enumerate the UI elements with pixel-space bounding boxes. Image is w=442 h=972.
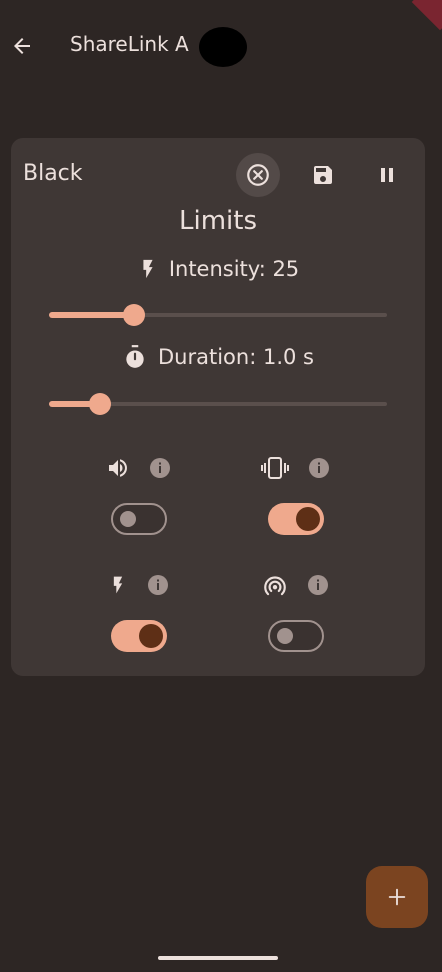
slider-thumb[interactable] xyxy=(122,304,145,326)
sound-toggle[interactable] xyxy=(111,503,167,535)
switch-knob xyxy=(296,507,320,531)
close-circle-icon xyxy=(247,164,269,186)
slider-fill xyxy=(49,312,134,318)
wireless-toggle[interactable] xyxy=(268,620,324,652)
info-icon[interactable] xyxy=(307,456,331,480)
close-button[interactable] xyxy=(236,153,280,197)
vibration-icon xyxy=(261,457,289,479)
switch-knob xyxy=(139,624,163,648)
switch-knob xyxy=(277,628,293,644)
feature-wireless xyxy=(256,570,336,680)
save-button[interactable] xyxy=(301,153,345,197)
info-icon[interactable] xyxy=(306,573,330,597)
vibration-toggle[interactable] xyxy=(268,503,324,535)
volume-icon xyxy=(109,459,127,477)
home-indicator[interactable] xyxy=(158,956,278,960)
feature-shock xyxy=(99,570,179,680)
feature-icons xyxy=(256,453,336,483)
feature-icons xyxy=(99,453,179,483)
intensity-row: Intensity: 25 xyxy=(11,256,425,282)
switch-knob xyxy=(120,511,136,527)
app-title: ShareLink A xyxy=(70,32,189,56)
info-icon[interactable] xyxy=(148,456,172,480)
arrow-left-icon xyxy=(14,38,30,54)
section-title: Limits xyxy=(179,206,257,236)
bolt-icon xyxy=(113,576,123,594)
save-icon xyxy=(314,166,332,184)
intensity-label: Intensity: 25 xyxy=(168,257,300,281)
add-button[interactable] xyxy=(366,866,428,928)
slider-thumb[interactable] xyxy=(88,393,111,415)
redaction-mark xyxy=(199,27,247,67)
shock-toggle[interactable] xyxy=(111,620,167,652)
shocker-card: Black Limits Intensity: 25 Duration: 1.0… xyxy=(11,138,425,676)
feature-sound xyxy=(99,453,179,563)
duration-slider[interactable] xyxy=(49,392,387,416)
wireless-icon xyxy=(264,576,286,596)
card-title: Black xyxy=(23,161,83,186)
feature-icons xyxy=(256,570,336,600)
feature-vibration xyxy=(256,453,336,563)
bolt-icon xyxy=(143,259,153,279)
timer-icon xyxy=(126,345,144,368)
pause-button[interactable] xyxy=(365,153,409,197)
feature-icons xyxy=(99,570,179,600)
intensity-slider[interactable] xyxy=(49,303,387,327)
duration-row: Duration: 1.0 s xyxy=(11,344,425,370)
info-icon[interactable] xyxy=(146,573,170,597)
back-button[interactable] xyxy=(6,30,38,62)
pause-icon xyxy=(381,168,393,182)
plus-icon xyxy=(388,888,406,906)
duration-label: Duration: 1.0 s xyxy=(158,345,314,369)
app-bar: ShareLink A xyxy=(0,0,442,94)
